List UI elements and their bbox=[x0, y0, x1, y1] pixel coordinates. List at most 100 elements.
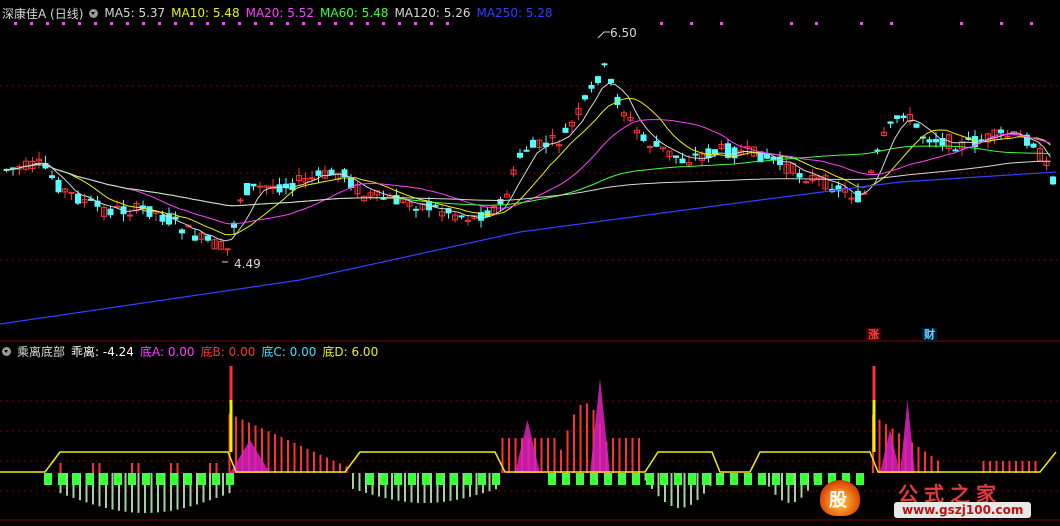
bottom-d-label: 底D: 6.00 bbox=[322, 344, 379, 359]
finance-badge[interactable]: 财 bbox=[922, 328, 937, 341]
ma120-label: MA120: 5.26 bbox=[394, 6, 471, 20]
bottom-c-bar bbox=[604, 473, 612, 485]
watermark-url: www.gszj100.com bbox=[894, 502, 1032, 518]
signal-dot bbox=[860, 22, 863, 25]
candle-body bbox=[530, 139, 536, 148]
candle-body bbox=[458, 215, 465, 218]
bottom-c-bar bbox=[688, 473, 696, 485]
ma250-label: MA250: 5.28 bbox=[476, 6, 553, 20]
bottom-a-label: 底A: 0.00 bbox=[139, 344, 195, 359]
signal-dot bbox=[446, 22, 449, 25]
candle-body bbox=[1004, 135, 1011, 138]
signal-dot bbox=[62, 22, 65, 25]
bottom-c-bar bbox=[492, 473, 500, 485]
bottom-c-bar bbox=[366, 473, 374, 485]
candle-body bbox=[413, 208, 419, 211]
candle-body bbox=[608, 78, 614, 83]
candle-body bbox=[978, 139, 985, 142]
candle-body bbox=[582, 95, 588, 100]
bottom-c-bar bbox=[772, 473, 780, 485]
candle-body bbox=[933, 138, 939, 143]
signal-dot bbox=[366, 22, 369, 25]
candle-body bbox=[887, 121, 894, 124]
candle-body bbox=[107, 208, 114, 216]
signal-dot bbox=[286, 22, 289, 25]
signal-dot bbox=[815, 22, 818, 25]
candle-body bbox=[517, 152, 523, 158]
bottom-c-bar bbox=[142, 473, 150, 485]
candle-body bbox=[679, 158, 686, 164]
candle-body bbox=[952, 149, 959, 152]
signal-dot bbox=[660, 22, 663, 25]
candle-body bbox=[673, 155, 679, 158]
signal-dot bbox=[1000, 22, 1003, 25]
candle-body bbox=[1030, 143, 1037, 148]
signal-dot bbox=[174, 22, 177, 25]
bottom-c-label: 底C: 0.00 bbox=[261, 344, 317, 359]
candle-body bbox=[588, 84, 595, 89]
candle-body bbox=[315, 170, 322, 176]
candle-body bbox=[127, 214, 133, 217]
candle-body bbox=[653, 140, 660, 147]
bias-peak bbox=[900, 400, 915, 473]
candle-body bbox=[309, 177, 315, 180]
bottom-c-bar bbox=[478, 473, 486, 485]
bias-peak bbox=[880, 430, 900, 473]
indicator-name[interactable]: 乘离底部 bbox=[17, 343, 65, 360]
bottom-c-bar bbox=[422, 473, 430, 485]
candle-body bbox=[55, 179, 62, 193]
signal-dot bbox=[110, 22, 113, 25]
signal-dot bbox=[190, 22, 193, 25]
candle-body bbox=[796, 173, 803, 178]
bottom-c-bar bbox=[576, 473, 584, 485]
ma10-line bbox=[3, 97, 1051, 236]
bottom-c-bar bbox=[128, 473, 136, 485]
signal-dot bbox=[206, 22, 209, 25]
bottom-c-bar bbox=[562, 473, 570, 485]
bottom-c-bar bbox=[730, 473, 738, 485]
signal-dot bbox=[720, 22, 723, 25]
candle-body bbox=[601, 63, 608, 66]
signal-dot bbox=[30, 22, 33, 25]
signal-dot bbox=[14, 22, 17, 25]
bottom-c-bar bbox=[436, 473, 444, 485]
candle-body bbox=[913, 123, 920, 128]
signal-dot bbox=[126, 22, 129, 25]
signal-dot bbox=[318, 22, 321, 25]
bottom-c-bar bbox=[156, 473, 164, 485]
candle-body bbox=[432, 204, 439, 207]
bottom-c-bar bbox=[212, 473, 220, 485]
bottom-c-bar bbox=[716, 473, 724, 485]
limit-up-badge[interactable]: 涨 bbox=[866, 328, 881, 341]
signal-dot bbox=[254, 22, 257, 25]
ma20-label: MA20: 5.52 bbox=[245, 6, 315, 20]
bottom-b-label: 底B: 0.00 bbox=[200, 344, 256, 359]
candle-body bbox=[1050, 176, 1056, 185]
high-price-marker: 6.50 bbox=[610, 26, 637, 40]
signal-dot bbox=[46, 22, 49, 25]
signal-dot bbox=[1030, 22, 1033, 25]
signal-dot bbox=[350, 22, 353, 25]
bottom-c-bar bbox=[44, 473, 52, 485]
bottom-c-bar bbox=[380, 473, 388, 485]
candle-body bbox=[75, 193, 81, 204]
ma60-label: MA60: 5.48 bbox=[320, 6, 389, 20]
bottom-c-bar bbox=[170, 473, 178, 485]
candle-body bbox=[855, 190, 861, 203]
bottom-c-bar bbox=[184, 473, 192, 485]
candle-body bbox=[900, 115, 907, 119]
settings-dropdown-icon[interactable] bbox=[89, 8, 99, 18]
kline-canvas[interactable] bbox=[0, 0, 1060, 526]
candle-body bbox=[998, 129, 1004, 134]
indicator-dropdown-icon[interactable] bbox=[2, 346, 11, 356]
sub-chart-header: 乘离底部 乖离: -4.24 底A: 0.00 底B: 0.00 底C: 0.0… bbox=[2, 343, 379, 360]
stock-title[interactable]: 深康佳A (日线) bbox=[2, 5, 83, 22]
bottom-c-bar bbox=[226, 473, 234, 485]
bottom-c-bar bbox=[674, 473, 682, 485]
candle-body bbox=[283, 183, 289, 188]
candle-body bbox=[192, 235, 198, 241]
candle-body bbox=[692, 153, 699, 156]
bottom-c-bar bbox=[702, 473, 710, 485]
signal-dot bbox=[414, 22, 417, 25]
site-watermark-logo: 股 公式之家 www.gszj100.com bbox=[810, 478, 1040, 522]
